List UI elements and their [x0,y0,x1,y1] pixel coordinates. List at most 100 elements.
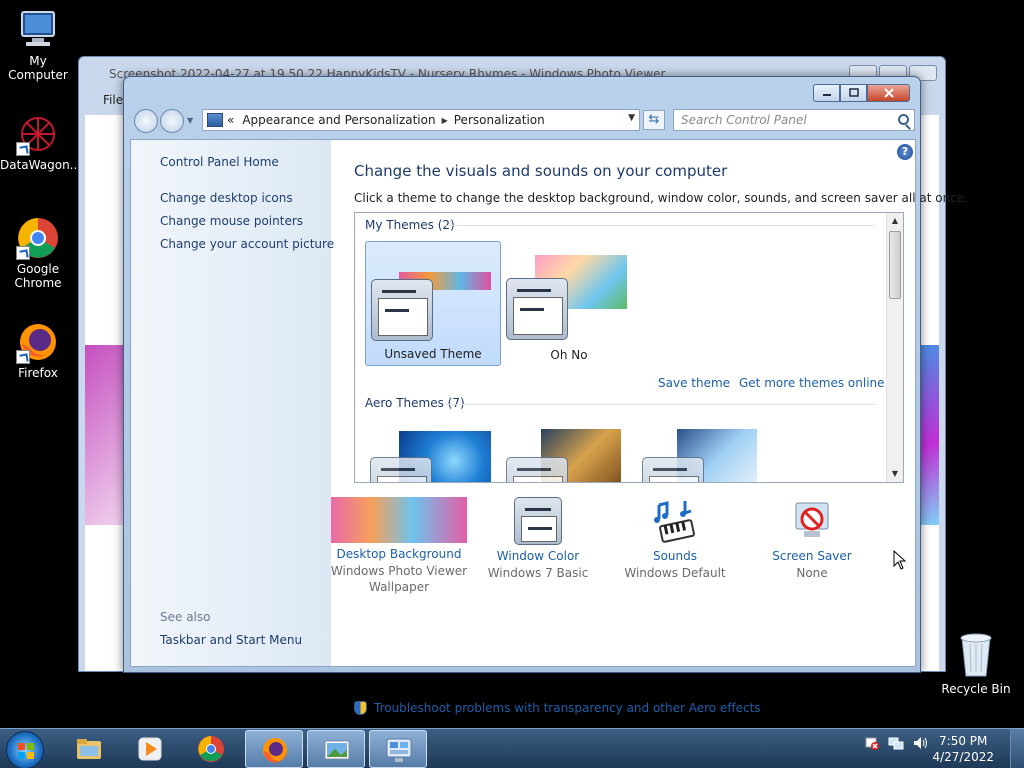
taskbar-start-menu-link[interactable]: Taskbar and Start Menu [160,633,302,647]
photo-left-strip [85,345,125,525]
back-button[interactable] [134,109,158,133]
shortcut-arrow-icon [16,142,30,156]
volume-icon[interactable] [912,735,928,751]
computer-icon [16,8,60,52]
notification-area [864,735,928,751]
window-controls [813,84,910,102]
desktop-background-setting[interactable]: Desktop Background Windows Photo Viewer … [329,497,469,595]
theme-label: Unsaved Theme [384,347,482,361]
shortcut-arrow-icon [16,246,30,260]
screen-saver-setting[interactable]: Screen Saver None [742,497,882,582]
desktop-icon-datawagon[interactable]: DataWagon... [0,112,81,172]
sounds-link[interactable]: Sounds [605,549,745,563]
window-preview-icon [370,457,432,482]
desktop-icon-my-computer[interactable]: My Computer [0,8,76,82]
save-theme-link[interactable]: Save theme [658,376,730,390]
show-desktop-button[interactable] [1010,729,1024,768]
address-root-chevron[interactable]: « [227,113,234,127]
window-color-icon [514,497,562,545]
scroll-down-icon[interactable]: ▼ [887,466,903,482]
network-icon[interactable] [888,735,904,751]
mouse-cursor-icon [893,549,907,573]
close-button[interactable] [867,84,910,102]
group-divider [445,404,875,405]
personalization-window[interactable]: ▼ « Appearance and Personalization ▶ Per… [123,76,968,715]
troubleshoot-aero-link[interactable]: Troubleshoot problems with transparency … [354,701,761,715]
theme-oh-no[interactable]: Oh No [501,241,637,366]
window-color-setting[interactable]: Window Color Windows 7 Basic [468,497,608,582]
shortcut-arrow-icon [16,350,30,364]
clock-time: 7:50 PM [939,734,988,748]
control-panel-home-link[interactable]: Control Panel Home [160,155,279,169]
photo-viewer-file-menu[interactable]: File [103,93,123,107]
desktop-background-link[interactable]: Desktop Background [329,547,469,561]
taskbar-control-panel-button[interactable] [369,730,427,768]
explorer-icon [77,739,101,759]
window-preview-icon [506,457,568,482]
theme-list[interactable]: My Themes (2) Unsaved Theme Oh No Save t… [354,212,904,483]
refresh-button[interactable]: ⇆ [643,110,665,130]
taskbar-firefox-button[interactable] [245,730,303,768]
action-center-icon[interactable] [864,735,880,751]
taskbar: 7:50 PM 4/27/2022 [0,728,1024,768]
windows-logo-icon [18,743,34,759]
desktop-icon-label: Google Chrome [14,262,62,290]
navigation-bar: ▼ « Appearance and Personalization ▶ Per… [130,107,915,135]
recycle-bin-icon [956,630,996,678]
minimize-button[interactable] [813,84,840,102]
group-divider [445,225,875,226]
address-dropdown-icon[interactable]: ▼ [628,113,635,123]
sounds-setting[interactable]: Sounds Windows Default [605,497,745,582]
theme-aero-characters[interactable] [637,419,773,482]
troubleshoot-label[interactable]: Troubleshoot problems with transparency … [374,701,761,715]
recent-pages-icon[interactable]: ▼ [187,116,193,125]
screen-saver-value: None [796,566,828,580]
get-more-themes-link[interactable]: Get more themes online [739,376,885,390]
my-themes-header: My Themes (2) [365,218,455,232]
desktop-icon-label: My Computer [8,54,68,82]
search-icon[interactable] [898,114,909,125]
desktop-icon-google-chrome[interactable]: Google Chrome [0,216,76,290]
sounds-icon [651,497,699,545]
theme-list-scrollbar[interactable]: ▲ ▼ [886,213,903,482]
desktop-icon-recycle-bin[interactable]: Recycle Bin [940,630,1012,696]
desktop-icon-label: DataWagon... [0,158,82,172]
breadcrumb-appearance[interactable]: Appearance and Personalization [242,113,435,127]
firefox-icon [263,738,287,763]
window-color-link[interactable]: Window Color [468,549,608,563]
change-account-picture-link[interactable]: Change your account picture [160,237,334,251]
search-input[interactable]: Search Control Panel [673,109,915,131]
change-mouse-pointers-link[interactable]: Change mouse pointers [160,214,303,228]
theme-unsaved[interactable]: Unsaved Theme [365,241,501,366]
left-task-pane: Control Panel Home Change desktop icons … [131,140,334,666]
scroll-up-icon[interactable]: ▲ [887,213,903,229]
theme-aero-windows7[interactable] [365,419,501,482]
taskbar-explorer-button[interactable] [60,730,118,768]
scroll-thumb[interactable] [889,231,901,299]
theme-label: Oh No [550,348,588,362]
theme-aero-architecture[interactable] [501,419,637,482]
maximize-button[interactable] [840,84,867,102]
start-button[interactable] [6,731,44,768]
page-title: Change the visuals and sounds on your co… [354,162,728,180]
system-clock[interactable]: 7:50 PM 4/27/2022 [932,733,994,765]
taskbar-chrome-button[interactable] [182,730,240,768]
datawagon-icon [16,112,60,156]
screen-saver-link[interactable]: Screen Saver [742,549,882,563]
search-placeholder: Search Control Panel [681,113,807,127]
recycle-bin-label: Recycle Bin [941,682,1011,696]
clock-date: 4/27/2022 [932,750,994,764]
breadcrumb-separator-icon[interactable]: ▶ [442,116,448,125]
taskbar-photo-viewer-button[interactable] [307,730,365,768]
taskbar-media-player-button[interactable] [121,730,179,768]
desktop-background-value: Windows Photo Viewer Wallpaper [330,564,468,594]
control-panel-icon [386,738,412,762]
help-icon[interactable]: ? [897,144,913,160]
media-player-icon [138,737,162,761]
change-desktop-icons-link[interactable]: Change desktop icons [160,191,293,205]
address-bar[interactable]: « Appearance and Personalization ▶ Perso… [202,109,640,131]
breadcrumb-personalization[interactable]: Personalization [454,113,545,127]
forward-button[interactable] [160,109,184,133]
page-description: Click a theme to change the desktop back… [354,191,968,205]
desktop-icon-firefox[interactable]: Firefox [0,320,76,380]
